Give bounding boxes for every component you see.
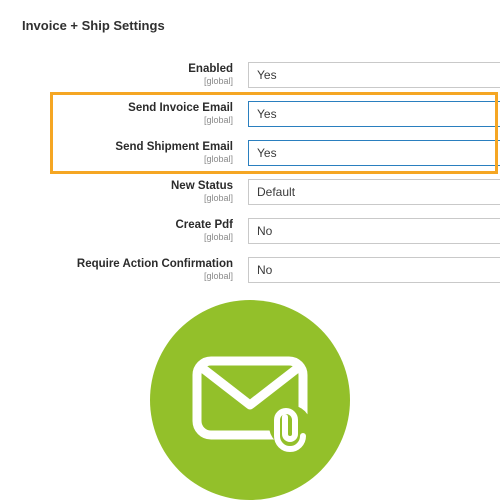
scope-label: [global]	[0, 232, 233, 242]
settings-page: Invoice + Ship Settings Enabled [global]…	[0, 0, 500, 500]
field-label: New Status	[0, 180, 233, 192]
email-attachment-badge	[150, 300, 350, 500]
row-enabled: Enabled [global] Yes	[0, 55, 500, 94]
label-col: Send Shipment Email [global]	[0, 133, 245, 172]
field-label: Create Pdf	[0, 219, 233, 231]
form-area: Enabled [global] Yes Send Invoice Email …	[0, 55, 500, 289]
scope-label: [global]	[0, 154, 233, 164]
field-col: Default	[248, 172, 500, 211]
new-status-select[interactable]: Default	[248, 179, 500, 205]
row-require-action-confirmation: Require Action Confirmation [global] No	[0, 250, 500, 289]
scope-label: [global]	[0, 271, 233, 281]
send-invoice-email-select[interactable]: Yes	[248, 101, 500, 127]
field-col: Yes	[248, 133, 500, 172]
badge-wrap	[0, 300, 500, 500]
scope-label: [global]	[0, 115, 233, 125]
row-new-status: New Status [global] Default	[0, 172, 500, 211]
row-create-pdf: Create Pdf [global] No	[0, 211, 500, 250]
label-col: Enabled [global]	[0, 55, 245, 94]
field-col: No	[248, 211, 500, 250]
require-action-confirmation-select[interactable]: No	[248, 257, 500, 283]
field-label: Enabled	[0, 63, 233, 75]
field-col: Yes	[248, 94, 500, 133]
field-col: No	[248, 250, 500, 289]
field-col: Yes	[248, 55, 500, 94]
page-title: Invoice + Ship Settings	[22, 18, 165, 33]
row-send-invoice-email: Send Invoice Email [global] Yes	[0, 94, 500, 133]
field-label: Require Action Confirmation	[0, 258, 233, 270]
label-col: Create Pdf [global]	[0, 211, 245, 250]
scope-label: [global]	[0, 76, 233, 86]
scope-label: [global]	[0, 193, 233, 203]
label-col: New Status [global]	[0, 172, 245, 211]
enabled-select[interactable]: Yes	[248, 62, 500, 88]
create-pdf-select[interactable]: No	[248, 218, 500, 244]
field-label: Send Invoice Email	[0, 102, 233, 114]
row-send-shipment-email: Send Shipment Email [global] Yes	[0, 133, 500, 172]
label-col: Send Invoice Email [global]	[0, 94, 245, 133]
send-shipment-email-select[interactable]: Yes	[248, 140, 500, 166]
label-col: Require Action Confirmation [global]	[0, 250, 245, 289]
field-label: Send Shipment Email	[0, 141, 233, 153]
envelope-attachment-icon	[185, 333, 315, 468]
